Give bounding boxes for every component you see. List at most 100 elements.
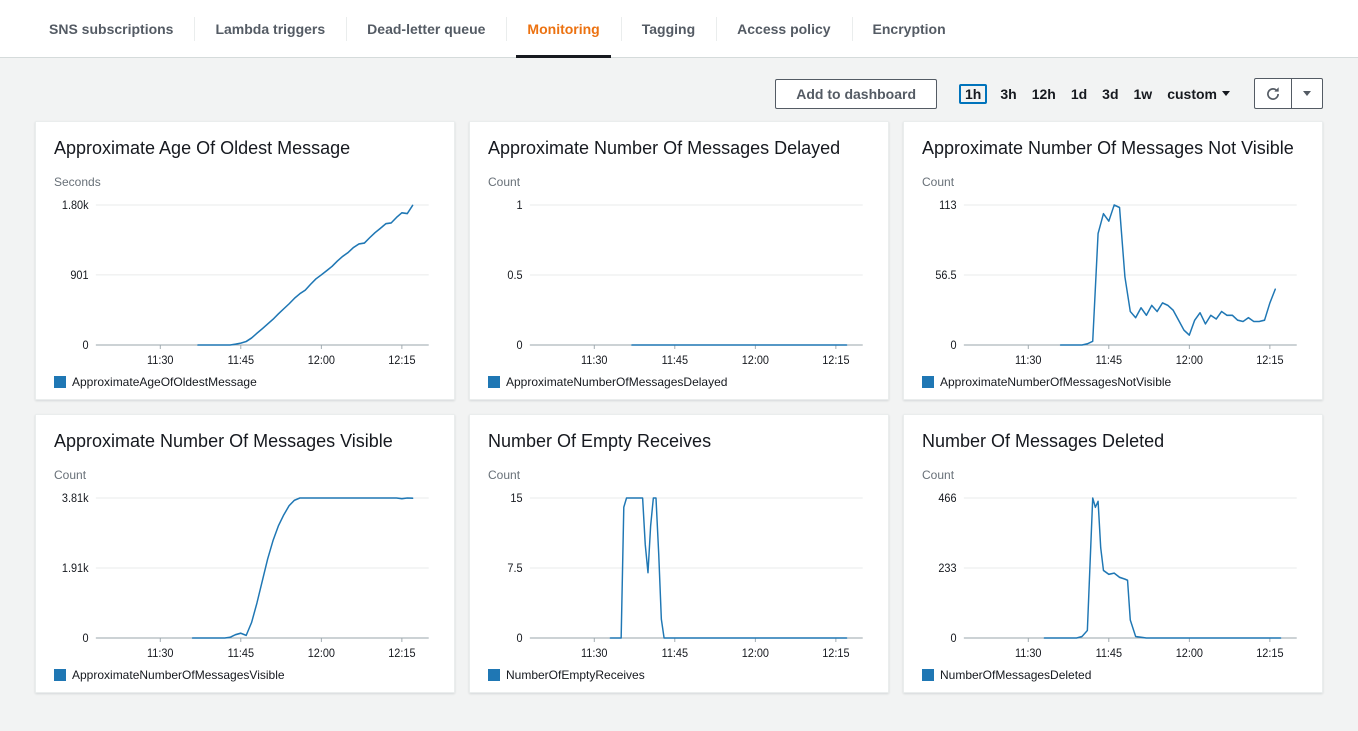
svg-text:12:15: 12:15 <box>822 648 849 661</box>
chart-title: Approximate Number Of Messages Delayed <box>488 138 870 159</box>
tab-dead-letter-queue[interactable]: Dead-letter queue <box>346 0 506 57</box>
chart-card: Approximate Number Of Messages Not Visib… <box>903 121 1323 400</box>
range-1w[interactable]: 1w <box>1134 86 1153 102</box>
add-to-dashboard-button[interactable]: Add to dashboard <box>775 79 937 109</box>
tab-label: Tagging <box>642 21 695 37</box>
refresh-options-button[interactable] <box>1292 78 1323 109</box>
tab-monitoring[interactable]: Monitoring <box>506 0 620 57</box>
chart-title: Approximate Number Of Messages Not Visib… <box>922 138 1304 159</box>
tab-label: Monitoring <box>527 21 599 37</box>
tab-label: Access policy <box>737 21 830 37</box>
svg-text:12:15: 12:15 <box>1256 648 1283 661</box>
chart-unit-label: Count <box>488 175 870 189</box>
svg-text:11:45: 11:45 <box>228 355 254 368</box>
chart-unit-label: Count <box>54 468 436 482</box>
range-1h[interactable]: 1h <box>959 84 987 104</box>
legend-swatch <box>488 669 500 681</box>
tab-tagging[interactable]: Tagging <box>621 0 716 57</box>
refresh-group <box>1254 78 1323 109</box>
tab-encryption[interactable]: Encryption <box>852 0 967 57</box>
range-1d[interactable]: 1d <box>1071 86 1087 102</box>
svg-text:12:00: 12:00 <box>308 355 335 368</box>
range-3h[interactable]: 3h <box>1000 86 1016 102</box>
svg-text:11:45: 11:45 <box>1096 355 1122 368</box>
charts-grid: Approximate Age Of Oldest Message Second… <box>0 121 1358 693</box>
chart-legend: NumberOfMessagesDeleted <box>922 668 1304 682</box>
svg-text:0: 0 <box>82 633 88 646</box>
svg-text:12:00: 12:00 <box>742 355 769 368</box>
svg-text:12:15: 12:15 <box>1256 355 1283 368</box>
svg-text:0.5: 0.5 <box>507 270 522 283</box>
chart-canvas: 07.51511:3011:4512:0012:15 <box>488 486 870 664</box>
svg-text:12:00: 12:00 <box>308 648 335 661</box>
svg-text:901: 901 <box>70 270 88 283</box>
legend-label: ApproximateAgeOfOldestMessage <box>72 375 257 389</box>
tab-label: SNS subscriptions <box>49 21 173 37</box>
svg-text:0: 0 <box>950 633 956 646</box>
legend-swatch <box>922 376 934 388</box>
svg-text:11:30: 11:30 <box>581 648 607 661</box>
toolbar: Add to dashboard 1h 3h 12h 1d 3d 1w cust… <box>0 58 1358 121</box>
svg-text:11:30: 11:30 <box>1015 648 1041 661</box>
svg-text:11:30: 11:30 <box>581 355 607 368</box>
chevron-down-icon <box>1303 91 1311 96</box>
legend-label: ApproximateNumberOfMessagesDelayed <box>506 375 727 389</box>
chart-card: Number Of Empty Receives Count 07.51511:… <box>469 414 889 693</box>
tab-bar: SNS subscriptions Lambda triggers Dead-l… <box>0 0 1358 58</box>
chart-unit-label: Seconds <box>54 175 436 189</box>
custom-range-dropdown[interactable]: custom <box>1167 86 1230 102</box>
chart-card: Number Of Messages Deleted Count 0 233 466… <box>903 414 1323 693</box>
svg-text:12:00: 12:00 <box>1176 648 1203 661</box>
svg-text:12:15: 12:15 <box>388 648 415 661</box>
chart-card: Approximate Number Of Messages Delayed C… <box>469 121 889 400</box>
svg-text:12:15: 12:15 <box>822 355 849 368</box>
tab-sns-subscriptions[interactable]: SNS subscriptions <box>28 0 194 57</box>
svg-text:11:30: 11:30 <box>147 355 173 368</box>
svg-text:0: 0 <box>950 340 956 353</box>
tab-label: Lambda triggers <box>215 21 325 37</box>
svg-text:0: 0 <box>516 340 522 353</box>
chart-title: Approximate Age Of Oldest Message <box>54 138 436 159</box>
chart-unit-label: Count <box>922 175 1304 189</box>
svg-text:1.91k: 1.91k <box>62 563 89 576</box>
chart-legend: ApproximateNumberOfMessagesNotVisible <box>922 375 1304 389</box>
svg-text:15: 15 <box>510 493 522 506</box>
legend-label: ApproximateNumberOfMessagesNotVisible <box>940 375 1171 389</box>
svg-text:466: 466 <box>938 493 956 506</box>
tab-label: Encryption <box>873 21 946 37</box>
svg-text:11:30: 11:30 <box>147 648 173 661</box>
custom-range-label: custom <box>1167 86 1217 102</box>
chart-canvas: 056.511311:3011:4512:0012:15 <box>922 193 1304 371</box>
chart-legend: ApproximateNumberOfMessagesVisible <box>54 668 436 682</box>
svg-text:3.81k: 3.81k <box>62 493 89 506</box>
svg-text:11:45: 11:45 <box>228 648 254 661</box>
chart-title: Number Of Messages Deleted <box>922 431 1304 452</box>
chart-legend: ApproximateNumberOfMessagesDelayed <box>488 375 870 389</box>
refresh-button[interactable] <box>1254 78 1292 109</box>
svg-text:11:45: 11:45 <box>1096 648 1122 661</box>
chart-legend: NumberOfEmptyReceives <box>488 668 870 682</box>
chart-canvas: 0 1.91k 3.81k 11:30 11:45 12:00 12:15 <box>54 486 436 664</box>
chevron-down-icon <box>1222 91 1230 96</box>
chart-canvas: 0 901 1.80k 11:30 11:45 12:00 12:15 <box>54 193 436 371</box>
chart-canvas: 0 233 466 11:30 11:45 12:00 12:15 <box>922 486 1304 664</box>
range-12h[interactable]: 12h <box>1032 86 1056 102</box>
svg-text:0: 0 <box>82 340 88 353</box>
svg-text:12:15: 12:15 <box>388 355 415 368</box>
refresh-icon <box>1265 86 1281 102</box>
chart-unit-label: Count <box>488 468 870 482</box>
legend-swatch <box>488 376 500 388</box>
range-3d[interactable]: 3d <box>1102 86 1118 102</box>
svg-text:1.80k: 1.80k <box>62 200 89 213</box>
chart-unit-label: Count <box>922 468 1304 482</box>
chart-title: Number Of Empty Receives <box>488 431 870 452</box>
tab-lambda-triggers[interactable]: Lambda triggers <box>194 0 346 57</box>
legend-swatch <box>922 669 934 681</box>
svg-text:233: 233 <box>938 563 956 576</box>
legend-label: ApproximateNumberOfMessagesVisible <box>72 668 285 682</box>
svg-text:12:00: 12:00 <box>1176 355 1203 368</box>
svg-text:11:45: 11:45 <box>662 355 688 368</box>
tab-label: Dead-letter queue <box>367 21 485 37</box>
tab-access-policy[interactable]: Access policy <box>716 0 851 57</box>
svg-text:12:00: 12:00 <box>742 648 769 661</box>
